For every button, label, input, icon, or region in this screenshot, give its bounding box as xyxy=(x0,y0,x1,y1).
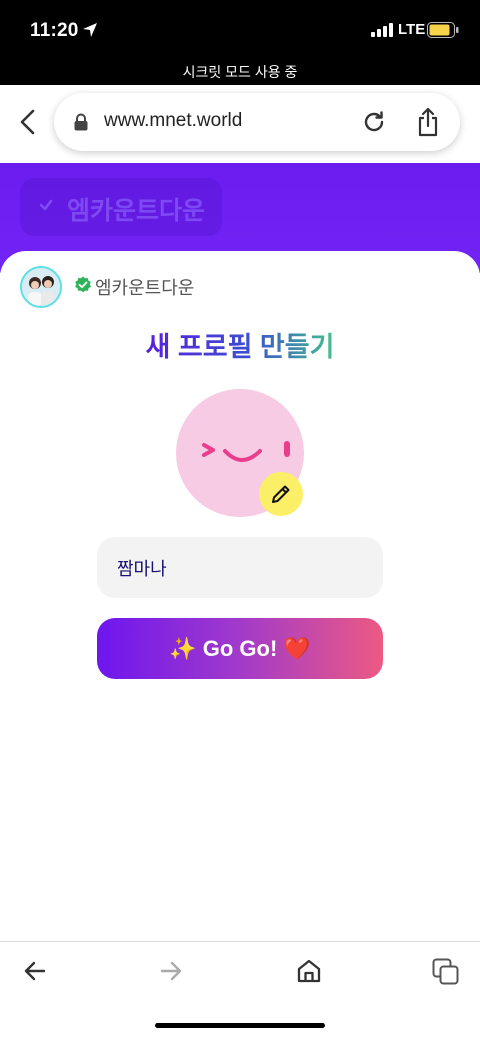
channel-avatar xyxy=(20,266,62,308)
battery-icon xyxy=(427,22,459,38)
network-type: LTE xyxy=(398,21,426,38)
sheet-title-text: 새 프로필 만들기 xyxy=(145,332,335,362)
location-arrow-icon xyxy=(83,23,97,37)
share-icon[interactable] xyxy=(416,107,440,137)
profile-name-input[interactable] xyxy=(97,537,383,598)
lock-icon xyxy=(74,113,88,131)
address-bar[interactable]: www.mnet.world xyxy=(54,93,460,151)
back-icon[interactable] xyxy=(16,107,40,137)
sheet-title: 새 프로필 만들기 xyxy=(0,325,480,364)
signal-icon xyxy=(371,23,393,37)
reload-icon[interactable] xyxy=(362,110,386,134)
verified-check-icon xyxy=(75,276,91,293)
home-icon[interactable] xyxy=(296,958,322,984)
private-mode-label: 시크릿 모드 사용 중 xyxy=(182,64,298,80)
browser-nav-bar: www.mnet.world xyxy=(0,85,480,163)
go-go-button[interactable]: ✨ Go Go! ❤️ xyxy=(97,618,383,679)
status-bar: 11:20 LTE 시크릿 모드 사용 중 xyxy=(0,0,480,85)
status-time: 11:20 xyxy=(30,20,79,41)
home-indicator xyxy=(155,1023,325,1028)
check-icon xyxy=(39,199,53,211)
background-channel-tag: 엠카운트다운 xyxy=(20,178,222,236)
arrow-left-icon[interactable] xyxy=(22,958,48,984)
create-profile-sheet: 엠카운트다운 새 프로필 만들기 ✨ Go Go! ❤️ xyxy=(0,251,480,941)
url-text: www.mnet.world xyxy=(104,110,243,131)
channel-name: 엠카운트다운 xyxy=(95,278,195,298)
arrow-right-icon[interactable] xyxy=(158,958,184,984)
tabs-icon[interactable] xyxy=(432,958,460,986)
background-tag-label: 엠카운트다운 xyxy=(67,197,206,225)
pencil-icon xyxy=(272,485,290,503)
edit-avatar-button[interactable] xyxy=(259,472,303,516)
